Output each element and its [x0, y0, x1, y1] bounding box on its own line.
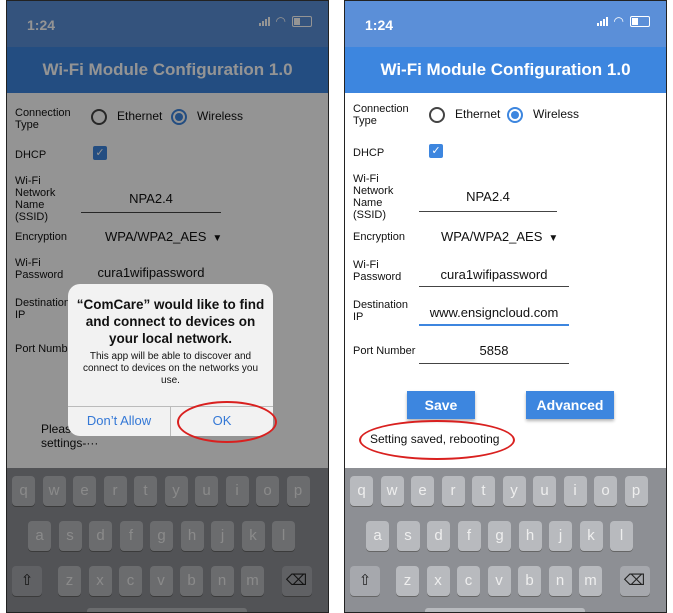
- status-icons: ◠: [596, 14, 650, 28]
- key-w[interactable]: w: [380, 476, 404, 506]
- key-d[interactable]: d: [427, 521, 450, 551]
- chevron-down-icon: ▼: [548, 233, 559, 244]
- ethernet-radio[interactable]: [429, 107, 445, 123]
- key-s[interactable]: s: [396, 521, 420, 551]
- dont-allow-button[interactable]: Don’t Allow: [68, 406, 170, 436]
- key-o[interactable]: o: [594, 476, 617, 506]
- keyboard: q w e r t y u i o p a s d f g h j k l ⇧ z x c v b n m ⌫: [345, 468, 666, 612]
- key-l[interactable]: l: [610, 521, 633, 551]
- password-label: Wi-Fi Password: [353, 259, 402, 283]
- password-value: cura1wifipassword: [440, 267, 548, 282]
- key-j[interactable]: j: [549, 521, 572, 551]
- signal-icon: [596, 16, 608, 26]
- key-v[interactable]: v: [487, 566, 511, 596]
- ok-highlight-ellipse: [177, 401, 277, 443]
- destination-ip-value: www.ensigncloud.com: [429, 305, 559, 320]
- dhcp-checkbox[interactable]: ✓: [429, 144, 443, 158]
- status-bar: 1:24 ◠: [345, 1, 666, 47]
- key-b[interactable]: b: [518, 566, 541, 596]
- key-e[interactable]: e: [411, 476, 434, 506]
- delete-key[interactable]: ⌫: [619, 566, 650, 596]
- status-time: 1:24: [365, 17, 394, 33]
- app-title: Wi-Fi Module Configuration 1.0: [345, 47, 666, 93]
- key-t[interactable]: t: [472, 476, 495, 506]
- ssid-label: Wi-Fi Network Name (SSID): [353, 173, 394, 221]
- key-g[interactable]: g: [488, 521, 511, 551]
- key-p[interactable]: p: [624, 476, 648, 506]
- ssid-field[interactable]: [419, 211, 557, 212]
- key-q[interactable]: q: [350, 476, 373, 506]
- key-h[interactable]: h: [518, 521, 542, 551]
- space-bar[interactable]: [425, 608, 585, 612]
- encryption-select[interactable]: WPA/WPA2_AES ▼: [441, 229, 558, 244]
- key-i[interactable]: i: [563, 476, 587, 506]
- shift-key[interactable]: ⇧: [350, 566, 380, 596]
- password-field[interactable]: [419, 286, 569, 287]
- phone-screen-left: 1:24 ◠ Wi-Fi Module Configuration 1.0 Co…: [6, 0, 329, 613]
- key-a[interactable]: a: [366, 521, 389, 551]
- phone-screen-right: 1:24 ◠ Wi-Fi Module Configuration 1.0 Co…: [344, 0, 667, 613]
- key-n[interactable]: n: [548, 566, 572, 596]
- battery-icon: [630, 15, 650, 27]
- key-c[interactable]: c: [457, 566, 480, 596]
- ethernet-label: Ethernet: [455, 107, 501, 121]
- encryption-label: Encryption: [353, 231, 405, 243]
- port-number-field[interactable]: [419, 363, 569, 364]
- key-y[interactable]: y: [502, 476, 526, 506]
- dhcp-label: DHCP: [353, 147, 385, 159]
- wireless-label: Wireless: [533, 107, 580, 121]
- encryption-value: WPA/WPA2_AES: [441, 229, 543, 244]
- status-highlight-ellipse: [359, 420, 515, 460]
- key-f[interactable]: f: [457, 521, 481, 551]
- dialog-body: This app will be able to discover and co…: [82, 351, 259, 386]
- key-r[interactable]: r: [441, 476, 465, 506]
- destination-ip-field[interactable]: [419, 324, 569, 326]
- key-u[interactable]: u: [533, 476, 556, 506]
- destination-ip-label: Destination IP: [353, 299, 409, 323]
- wireless-radio[interactable]: [507, 107, 523, 123]
- dialog-title: “ComCare” would like to find and connect…: [76, 297, 265, 346]
- key-z[interactable]: z: [396, 566, 419, 596]
- key-x[interactable]: x: [426, 566, 450, 596]
- advanced-button[interactable]: Advanced: [526, 391, 614, 419]
- ssid-value: NPA2.4: [466, 189, 510, 204]
- key-k[interactable]: k: [579, 521, 603, 551]
- connection-type-label: Connection Type: [353, 103, 409, 127]
- wifi-icon: ◠: [613, 14, 624, 28]
- save-button[interactable]: Save: [407, 391, 475, 419]
- key-m[interactable]: m: [579, 566, 602, 596]
- port-number-label: Port Number: [353, 345, 416, 357]
- port-number-value: 5858: [479, 343, 509, 358]
